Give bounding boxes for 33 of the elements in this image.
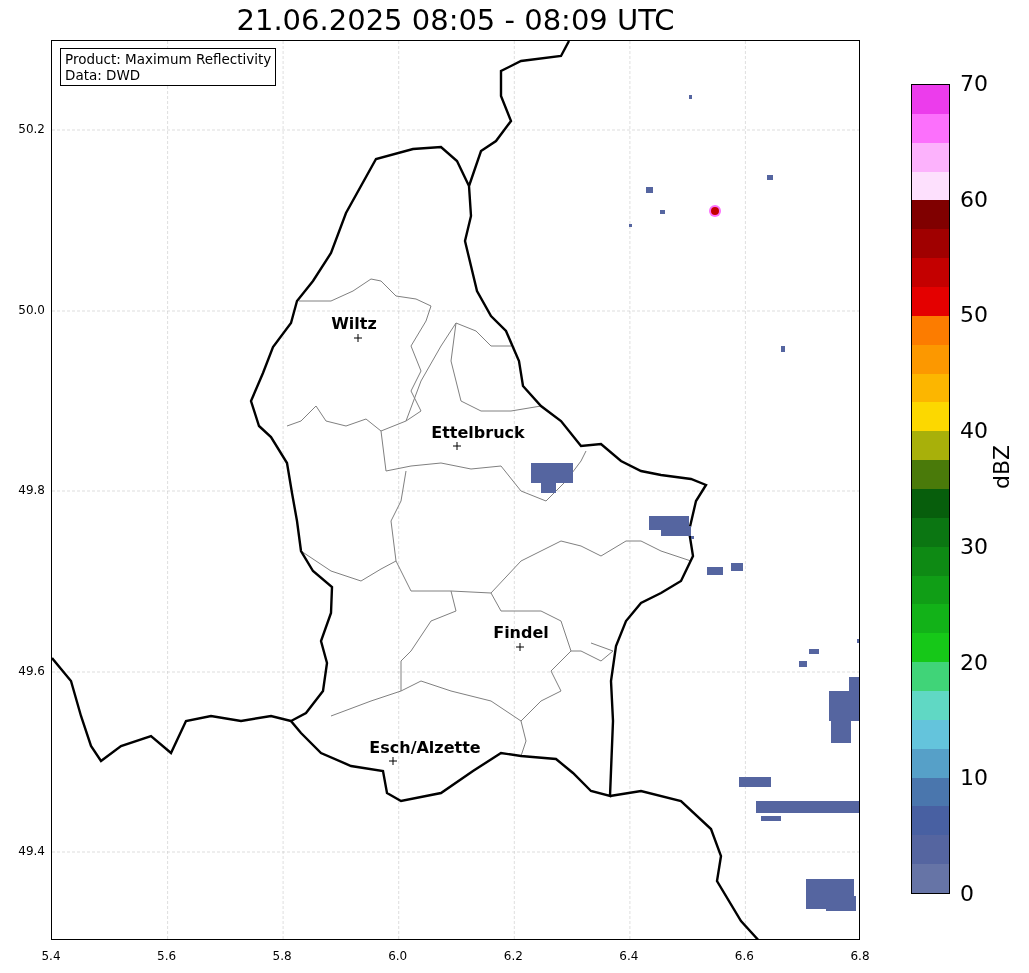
colorbar-tick-label: 50 — [960, 303, 988, 328]
plus-marker-icon — [515, 642, 525, 652]
city-label: Findel — [493, 623, 549, 642]
colorbar-label: dBZ — [990, 444, 1014, 489]
colorbar-tick-label: 20 — [960, 650, 988, 675]
y-tick-label: 49.6 — [18, 664, 45, 678]
plus-marker-icon — [388, 756, 398, 766]
plus-marker-icon — [353, 333, 363, 343]
x-tick-label: 6.0 — [388, 949, 408, 963]
colorbar-tick-label: 70 — [960, 72, 988, 96]
x-tick-label: 6.6 — [734, 949, 754, 963]
y-tick-label: 50.0 — [18, 303, 45, 317]
y-tick-label: 49.8 — [18, 483, 45, 497]
x-tick-label: 6.2 — [503, 949, 523, 963]
city-label: Esch/Alzette — [369, 738, 481, 757]
plus-marker-icon — [452, 441, 462, 451]
x-tick-label: 5.8 — [272, 949, 292, 963]
colorbar-tick-label: 40 — [960, 419, 988, 444]
city-label: Wiltz — [331, 314, 377, 333]
y-tick-label: 50.2 — [18, 122, 45, 136]
colorbar-tick-label: 30 — [960, 534, 988, 559]
city-label: Ettelbruck — [431, 423, 525, 442]
y-tick-label: 49.4 — [18, 844, 45, 858]
colorbar-tick-label: 10 — [960, 766, 988, 791]
x-tick-label: 5.6 — [157, 949, 177, 963]
x-tick-label: 6.8 — [850, 949, 870, 963]
info-text: Data: DWD — [65, 67, 142, 83]
x-tick-label: 5.4 — [41, 949, 61, 963]
colorbar-tick-label: 0 — [960, 882, 974, 906]
colorbar-tick-label: 60 — [960, 187, 988, 212]
info-text: Product: Maximum Reflectivity — [65, 51, 272, 67]
x-tick-label: 6.4 — [619, 949, 639, 963]
chart-title: 21.06.2025 08:05 - 08:09 UTC — [235, 2, 676, 39]
